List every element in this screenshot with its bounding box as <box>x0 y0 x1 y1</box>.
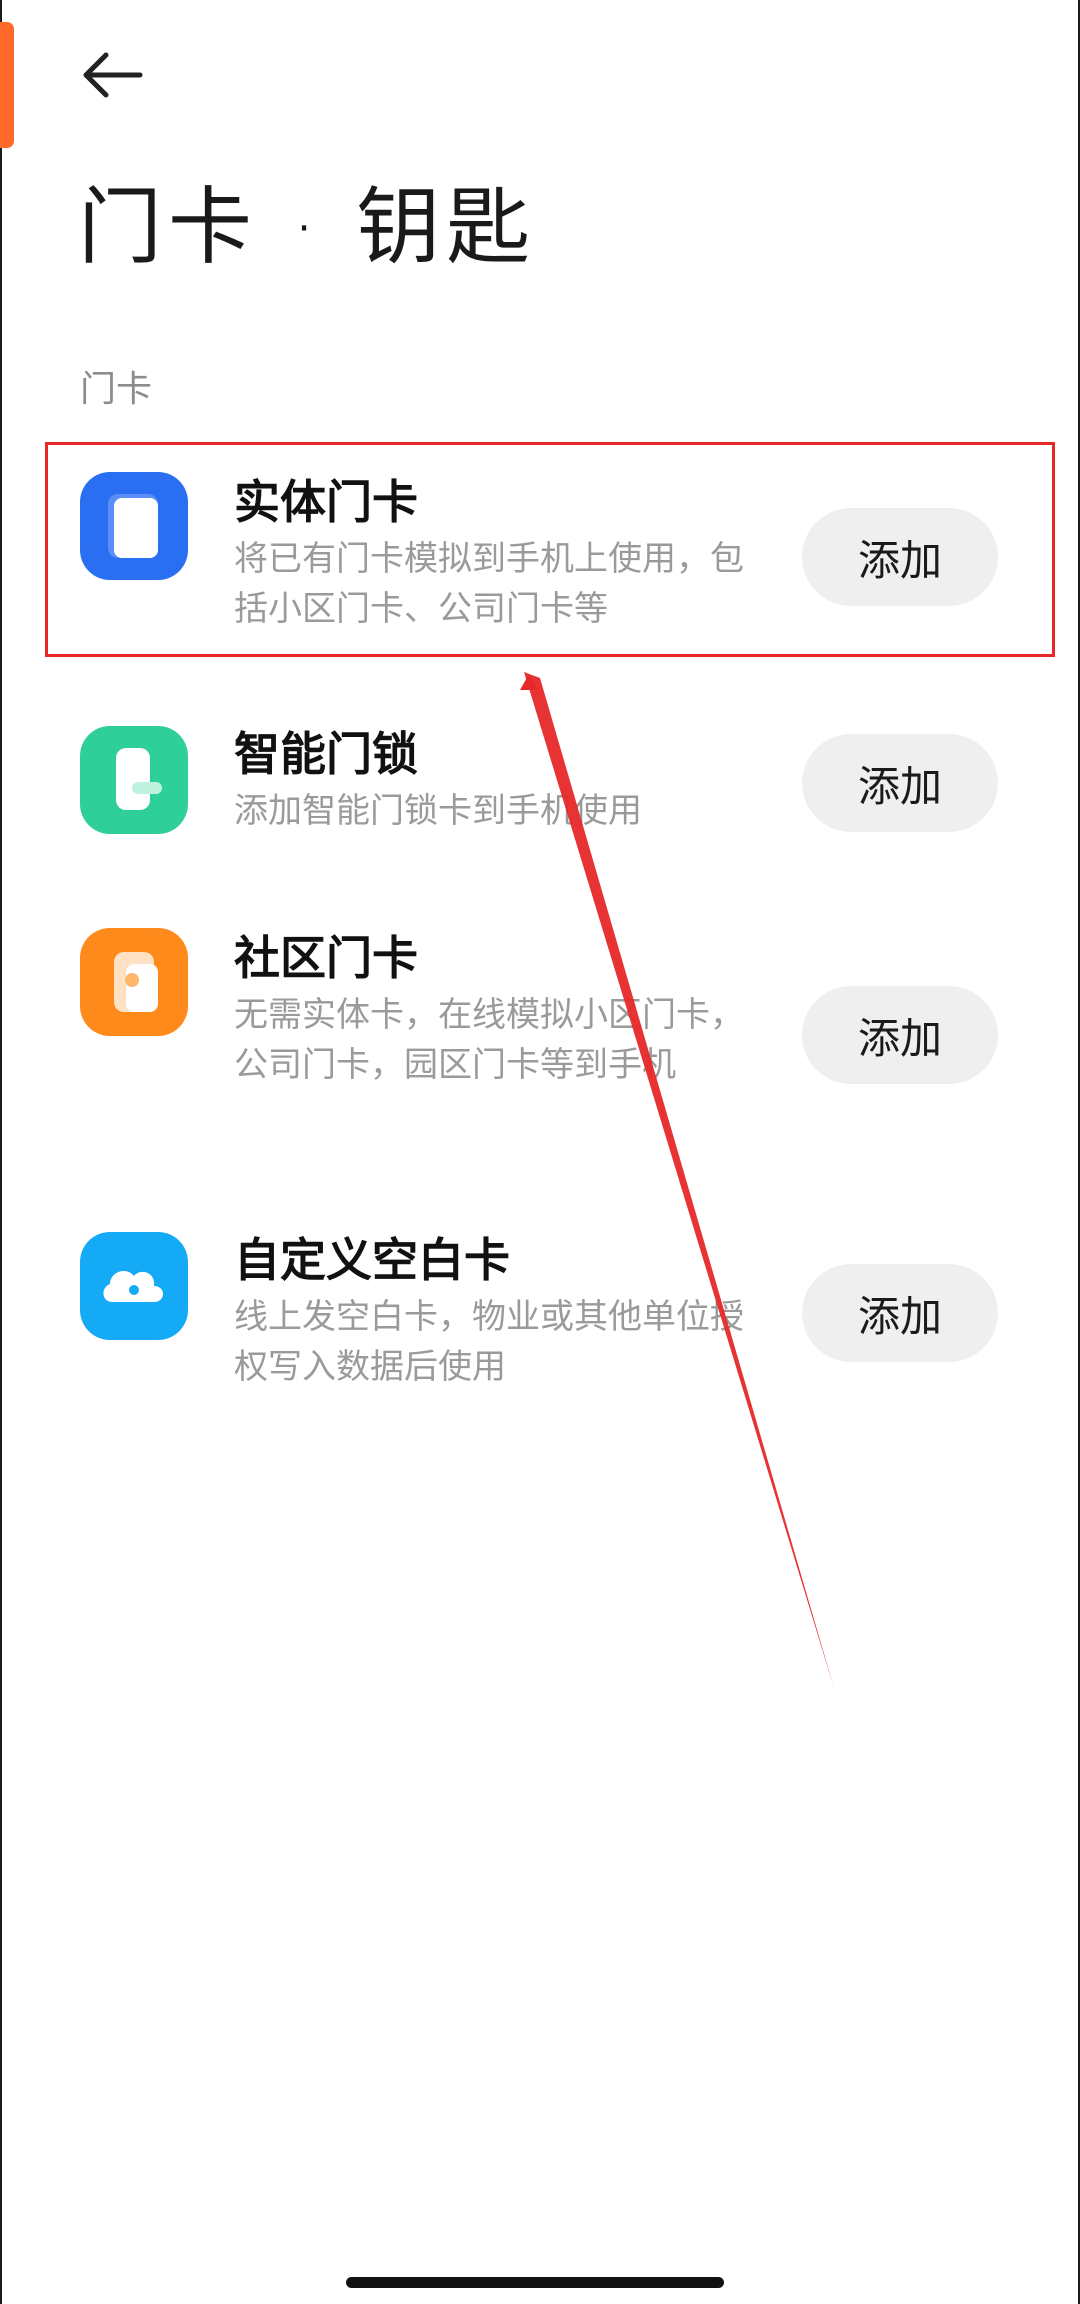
annotation-arrow <box>524 672 834 1688</box>
home-indicator[interactable] <box>346 2277 724 2288</box>
annotation-overlay <box>520 672 834 1688</box>
